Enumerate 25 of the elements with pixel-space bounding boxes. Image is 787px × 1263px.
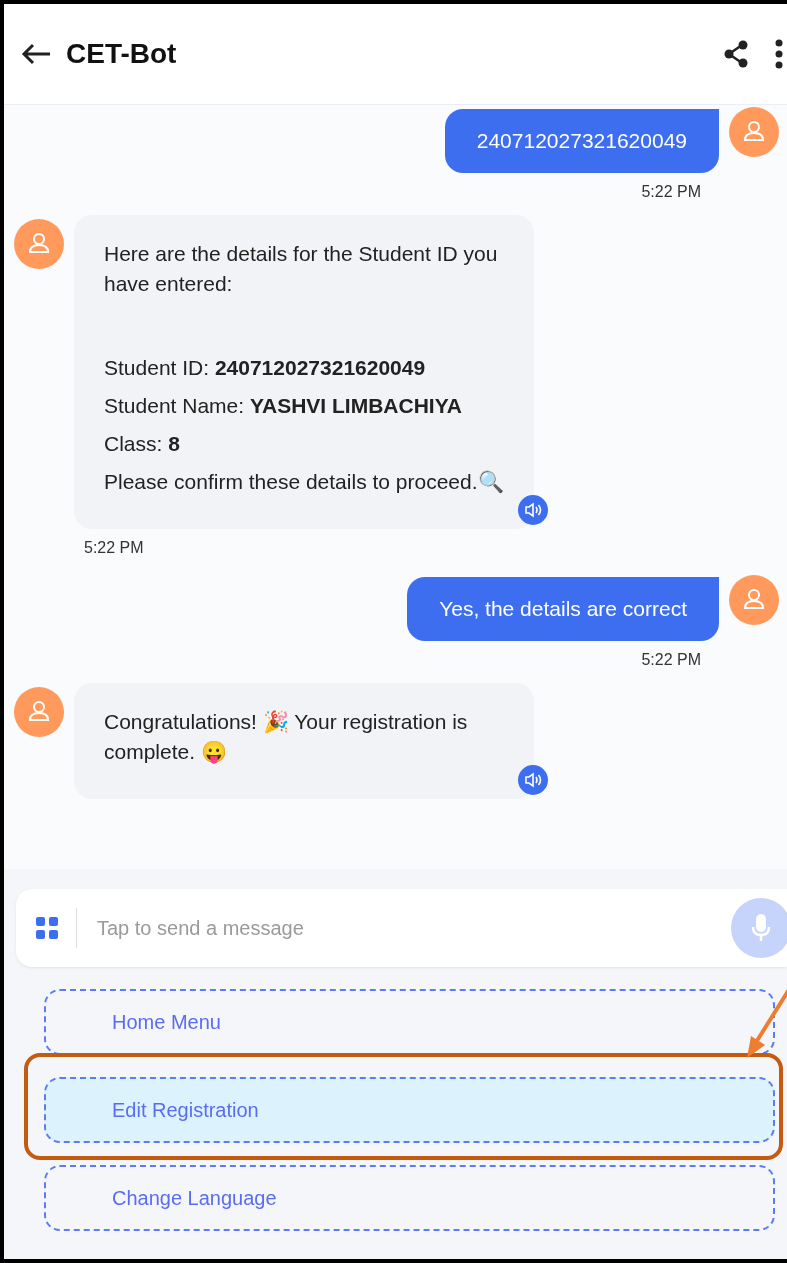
user-avatar-icon <box>729 575 779 625</box>
message-time: 5:22 PM <box>84 539 145 557</box>
message-text: Congratulations! 🎉 Your registration is complete. 😛 <box>104 709 469 766</box>
sent-message: 240712027321620049 <box>444 109 719 173</box>
quick-reply-button[interactable]: Change Language <box>44 1165 775 1231</box>
message-text: Student Name: YASHVI LIMBACHIYA <box>104 393 463 419</box>
back-arrow-icon[interactable] <box>20 42 52 66</box>
message-text: Class: 8 <box>104 431 181 457</box>
quick-reply-button[interactable]: Edit Registration <box>44 1077 775 1143</box>
speaker-icon[interactable] <box>518 495 548 525</box>
user-avatar-icon <box>14 687 64 737</box>
message-time: 5:22 PM <box>641 183 701 201</box>
grid-menu-icon[interactable] <box>36 917 58 939</box>
speaker-icon[interactable] <box>518 765 548 795</box>
microphone-icon <box>751 913 771 943</box>
message-text: Here are the details for the Student ID you have entered: <box>104 241 499 297</box>
user-avatar-icon <box>14 219 64 269</box>
message-text: Please confirm these details to proceed.🔍 <box>104 469 504 495</box>
sent-message: Yes, the details are correct <box>407 577 719 641</box>
message-text: Student ID: 240712027321620049 <box>104 355 427 381</box>
more-options-icon[interactable] <box>775 39 783 69</box>
message-time: 5:22 PM <box>641 651 701 669</box>
message-field[interactable]: Tap to send a message <box>16 889 787 967</box>
message-input[interactable]: Tap to send a message <box>95 915 731 941</box>
chat-title: CET-Bot <box>66 38 177 70</box>
